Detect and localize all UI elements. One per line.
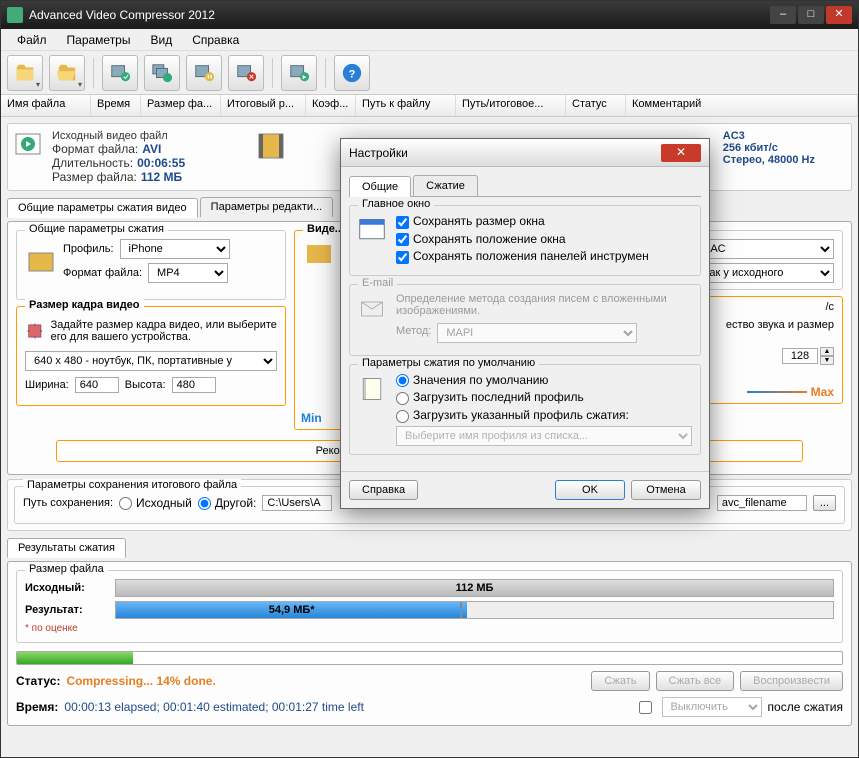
dialog-close-button[interactable]: ✕ [661, 144, 701, 162]
minimize-button[interactable]: – [770, 6, 796, 24]
col-result[interactable]: Итоговый р... [221, 95, 306, 116]
app-icon [7, 7, 23, 23]
col-status[interactable]: Статус [566, 95, 626, 116]
svg-text:?: ? [349, 68, 356, 80]
menu-params[interactable]: Параметры [57, 31, 141, 49]
tab-results[interactable]: Результаты сжатия [7, 538, 126, 558]
window-icon [358, 216, 386, 244]
email-method-select: MAPI [437, 323, 637, 343]
result-size-bar: 54,9 МБ* [115, 601, 834, 619]
audio-codec-select[interactable]: AAC [694, 239, 834, 259]
browse-button[interactable]: ... [813, 495, 836, 511]
help-button-toolbar[interactable]: ? [334, 55, 370, 91]
film-icon [255, 130, 287, 162]
compress-all-button[interactable]: Сжать все [656, 671, 735, 691]
profile-icon [25, 247, 57, 279]
height-input[interactable] [172, 377, 216, 393]
check-save-size[interactable]: Сохранять размер окна [396, 214, 692, 229]
check-save-toolbars[interactable]: Сохранять положения панелей инструмен [396, 249, 692, 264]
source-duration: 00:06:55 [137, 156, 185, 170]
video-file-icon [14, 130, 46, 162]
play-result-button[interactable]: Воспроизвести [740, 671, 843, 691]
compress-all-button-toolbar[interactable] [144, 55, 180, 91]
source-title: Исходный видео файл [52, 130, 185, 142]
document-icon [358, 375, 386, 403]
dialog-help-button[interactable]: Справка [349, 480, 418, 500]
video-icon [303, 239, 335, 271]
save-path-input[interactable] [262, 495, 332, 511]
dialog-tab-compression[interactable]: Сжатие [413, 175, 478, 196]
menu-help[interactable]: Справка [182, 31, 249, 49]
open-file-button[interactable] [7, 55, 43, 91]
source-audio-info: AC3 256 кбит/с Стерео, 48000 Hz [723, 130, 845, 184]
results-panel: Размер файла Исходный: 112 МБ Результат:… [7, 561, 852, 726]
filename-suffix-input[interactable] [717, 495, 807, 511]
status-text: Compressing... 14% done. [66, 674, 215, 688]
play-button-toolbar[interactable] [281, 55, 317, 91]
radio-last-profile[interactable]: Загрузить последний профиль [396, 390, 692, 405]
window-title: Advanced Video Compressor 2012 [29, 8, 770, 22]
general-params-group: Общие параметры сжатия Профиль:iPhone Фо… [16, 230, 286, 300]
menubar: Файл Параметры Вид Справка [1, 29, 858, 51]
audio-mode-select[interactable]: Как у исходного [694, 263, 834, 283]
radio-specified-profile[interactable]: Загрузить указанный профиль сжатия: [396, 408, 692, 423]
radio-source-path[interactable]: Исходный [119, 496, 192, 511]
pause-button-toolbar[interactable] [186, 55, 222, 91]
source-size-bar: 112 МБ [115, 579, 834, 597]
col-filename[interactable]: Имя файла [1, 95, 91, 116]
menu-file[interactable]: Файл [7, 31, 57, 49]
framesize-group: Размер кадра видео Задайте размер кадра … [16, 306, 286, 406]
dialog-tabs: Общие Сжатие [349, 175, 701, 197]
progress-bar [16, 651, 843, 665]
tab-editing-params[interactable]: Параметры редакти... [200, 197, 334, 217]
time-text: 00:00:13 elapsed; 00:01:40 estimated; 00… [64, 700, 364, 714]
shutdown-checkbox[interactable] [639, 701, 652, 714]
list-column-headers: Имя файла Время Размер фа... Итоговый р.… [1, 95, 858, 117]
dialog-tab-general[interactable]: Общие [349, 176, 411, 197]
main-window-group: Главное окно Сохранять размер окна Сохра… [349, 205, 701, 276]
col-resultpath[interactable]: Путь/итоговое... [456, 95, 566, 116]
email-group: E-mail Определение метода создания писем… [349, 284, 701, 356]
check-save-position[interactable]: Сохранять положение окна [396, 232, 692, 247]
col-size[interactable]: Размер фа... [141, 95, 221, 116]
source-format: AVI [142, 142, 161, 156]
results-tabs: Результаты сжатия [7, 537, 852, 557]
close-button[interactable]: ✕ [826, 6, 852, 24]
col-path[interactable]: Путь к файлу [356, 95, 456, 116]
profile-name-select[interactable]: Выберите имя профиля из списка... [396, 426, 692, 446]
width-input[interactable] [75, 377, 119, 393]
menu-view[interactable]: Вид [140, 31, 182, 49]
dialog-titlebar: Настройки ✕ [341, 139, 709, 167]
audio-quality-spinner[interactable]: ▲▼ [782, 347, 834, 365]
open-folder-button[interactable] [49, 55, 85, 91]
col-ratio[interactable]: Коэф... [306, 95, 356, 116]
tab-compression-params[interactable]: Общие параметры сжатия видео [7, 198, 198, 218]
email-icon [358, 295, 386, 323]
toolbar: ? [1, 51, 858, 95]
settings-dialog: Настройки ✕ Общие Сжатие Главное окно Со… [340, 138, 710, 509]
resize-icon [25, 315, 45, 347]
radio-other-path[interactable]: Другой: [198, 496, 257, 511]
dialog-cancel-button[interactable]: Отмена [631, 480, 701, 500]
framesize-preset-select[interactable]: 640 x 480 - ноутбук, ПК, портативные у [25, 351, 277, 371]
radio-default-values[interactable]: Значения по умолчанию [396, 373, 692, 388]
fileformat-select[interactable]: MP4 [148, 263, 228, 283]
col-time[interactable]: Время [91, 95, 141, 116]
profile-select[interactable]: iPhone [120, 239, 230, 259]
shutdown-select[interactable]: Выключить [662, 697, 762, 717]
compress-button[interactable]: Сжать [591, 671, 649, 691]
titlebar: Advanced Video Compressor 2012 – □ ✕ [1, 1, 858, 29]
col-comment[interactable]: Комментарий [626, 95, 858, 116]
source-size: 112 МБ [141, 170, 182, 184]
default-params-group: Параметры сжатия по умолчанию Значения п… [349, 364, 701, 455]
dialog-ok-button[interactable]: OK [555, 480, 625, 500]
stop-button-toolbar[interactable] [228, 55, 264, 91]
dialog-title: Настройки [349, 146, 661, 160]
compress-button-toolbar[interactable] [102, 55, 138, 91]
maximize-button[interactable]: □ [798, 6, 824, 24]
